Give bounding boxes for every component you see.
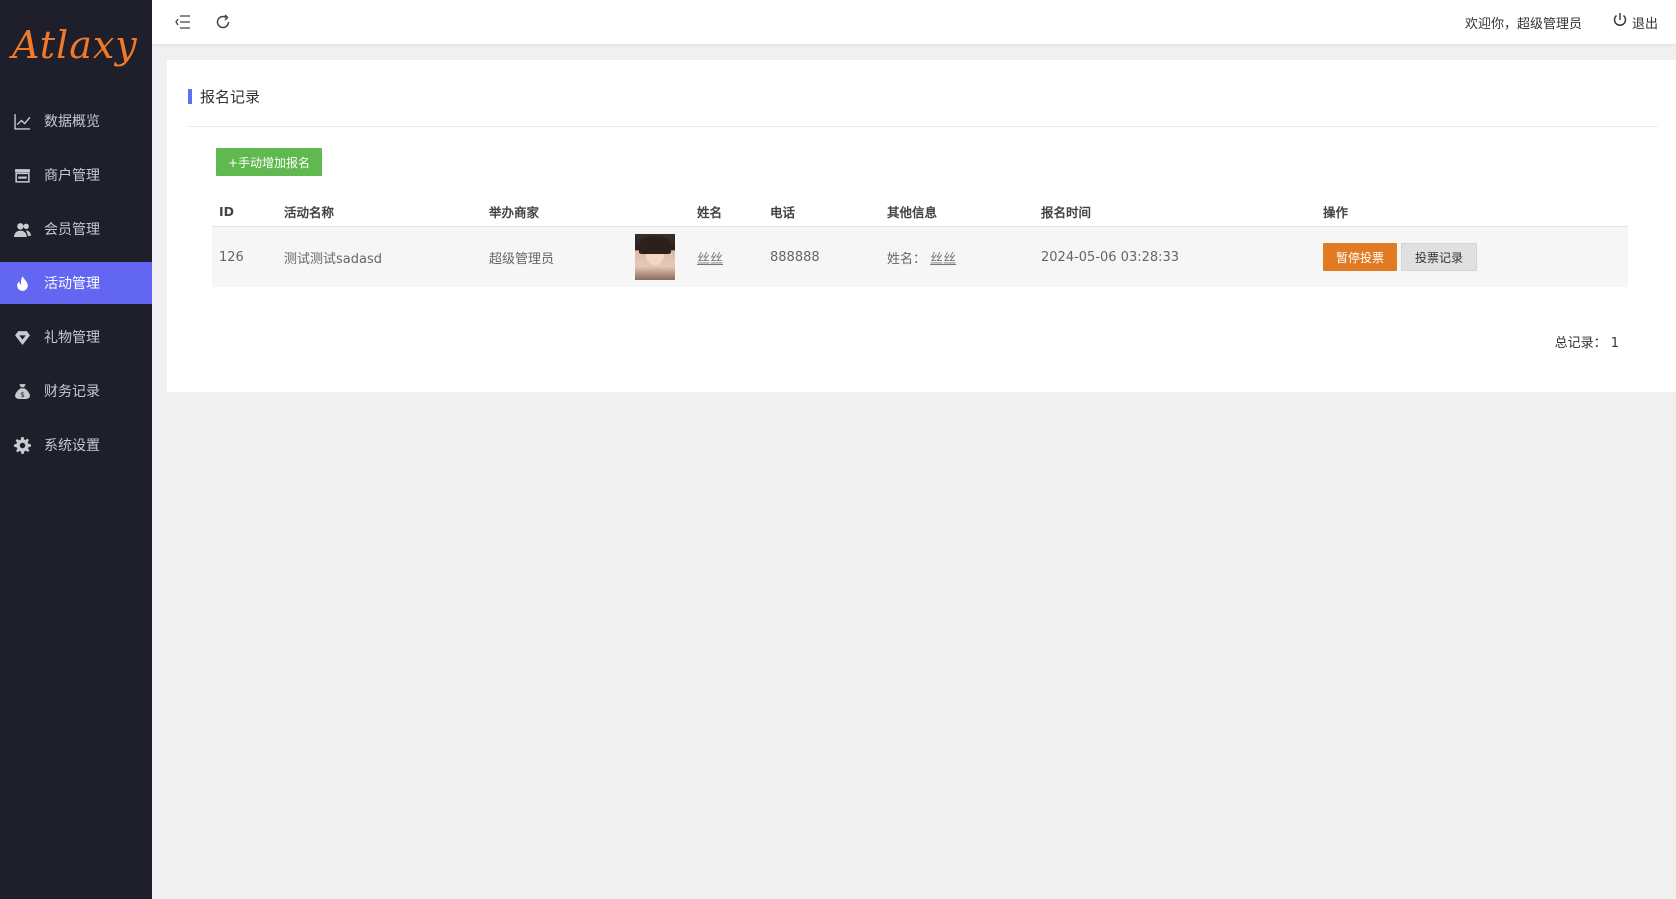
other-value-link[interactable]: 丝丝 xyxy=(930,252,956,267)
col-header-phone: 电话 xyxy=(770,204,796,220)
add-registration-button[interactable]: +手动增加报名 xyxy=(216,148,323,176)
cell-phone: 888888 xyxy=(770,249,820,265)
cell-activity: 测试测试sadasd xyxy=(284,251,382,267)
content-card: 报名记录 +手动增加报名 ID 活动名称 举办商家 姓名 电话 其他信息 报名时… xyxy=(167,60,1676,392)
col-header-merchant: 举办商家 xyxy=(489,204,540,220)
sidebar-item-label: 会员管理 xyxy=(44,222,100,238)
sidebar-item-settings[interactable]: 系统设置 xyxy=(0,424,152,466)
sidebar-item-members[interactable]: 会员管理 xyxy=(0,208,152,250)
registration-table: ID 活动名称 举办商家 姓名 电话 其他信息 报名时间 操作 126 测试测试… xyxy=(212,196,1628,287)
gem-icon xyxy=(10,325,34,349)
sidebar-item-label: 礼物管理 xyxy=(44,330,100,346)
cell-time: 2024-05-06 03:28:33 xyxy=(1041,249,1180,265)
col-header-other: 其他信息 xyxy=(887,204,938,220)
vote-record-button[interactable]: 投票记录 xyxy=(1401,243,1478,271)
title-accent-bar xyxy=(188,88,192,104)
table-header: ID 活动名称 举办商家 姓名 电话 其他信息 报名时间 操作 xyxy=(212,196,1628,227)
refresh-icon[interactable] xyxy=(212,11,234,33)
col-header-activity: 活动名称 xyxy=(284,204,335,220)
col-header-time: 报名时间 xyxy=(1041,204,1092,220)
logout-button[interactable]: 退出 xyxy=(1612,12,1658,32)
name-link[interactable]: 丝丝 xyxy=(697,252,723,267)
cell-merchant: 超级管理员 xyxy=(489,251,555,267)
sidebar-item-label: 商户管理 xyxy=(44,168,100,184)
flame-icon xyxy=(10,271,34,295)
svg-text:$: $ xyxy=(20,389,25,398)
power-icon xyxy=(1612,12,1628,32)
col-header-name: 姓名 xyxy=(697,204,723,220)
total-count: 1 xyxy=(1610,336,1619,351)
cell-id: 126 xyxy=(219,249,244,265)
cell-other: 姓名： 丝丝 xyxy=(880,248,1034,267)
divider xyxy=(188,126,1658,127)
total-label: 总记录： xyxy=(1554,336,1607,351)
table-row: 126 测试测试sadasd 超级管理员 丝丝 888888 姓名： 丝丝 20… xyxy=(212,227,1628,287)
users-icon xyxy=(10,217,34,241)
total-records: 总记录： 1 xyxy=(1555,332,1619,351)
chart-line-icon xyxy=(10,109,34,133)
cell-name: 丝丝 xyxy=(690,248,763,267)
sidebar-item-label: 财务记录 xyxy=(44,384,100,400)
sidebar-item-label: 活动管理 xyxy=(44,276,100,292)
logo: Atlaxy xyxy=(12,23,138,67)
money-bag-icon: $ xyxy=(10,379,34,403)
col-header-ops: 操作 xyxy=(1323,204,1349,220)
sidebar-item-gifts[interactable]: 礼物管理 xyxy=(0,316,152,358)
page-title-text: 报名记录 xyxy=(200,87,261,106)
gear-icon xyxy=(10,433,34,457)
cell-ops: 暂停投票 投票记录 xyxy=(1316,243,1628,271)
sidebar-item-label: 系统设置 xyxy=(44,438,100,454)
cell-photo xyxy=(630,234,690,280)
sidebar-item-label: 数据概览 xyxy=(44,114,100,130)
sidebar-item-activities[interactable]: 活动管理 xyxy=(0,262,152,304)
topbar: 欢迎你，超级管理员 退出 xyxy=(152,0,1676,44)
collapse-menu-icon[interactable] xyxy=(172,11,194,33)
page-title: 报名记录 xyxy=(188,86,260,106)
pause-vote-button[interactable]: 暂停投票 xyxy=(1323,243,1398,271)
sidebar-nav: 数据概览 商户管理 会员管理 活动管理 礼物管理 $ 财务记录 系统设置 xyxy=(0,100,152,466)
sidebar-item-overview[interactable]: 数据概览 xyxy=(0,100,152,142)
sidebar-item-merchants[interactable]: 商户管理 xyxy=(0,154,152,196)
avatar[interactable] xyxy=(635,234,675,280)
store-icon xyxy=(10,163,34,187)
other-label: 姓名： xyxy=(887,251,927,267)
sidebar: Atlaxy 数据概览 商户管理 会员管理 活动管理 礼物管理 $ 财务记录 系… xyxy=(0,0,152,899)
sidebar-item-finance[interactable]: $ 财务记录 xyxy=(0,370,152,412)
logout-label: 退出 xyxy=(1631,16,1658,32)
welcome-text: 欢迎你，超级管理员 xyxy=(1464,16,1582,32)
col-header-id: ID xyxy=(219,203,235,219)
